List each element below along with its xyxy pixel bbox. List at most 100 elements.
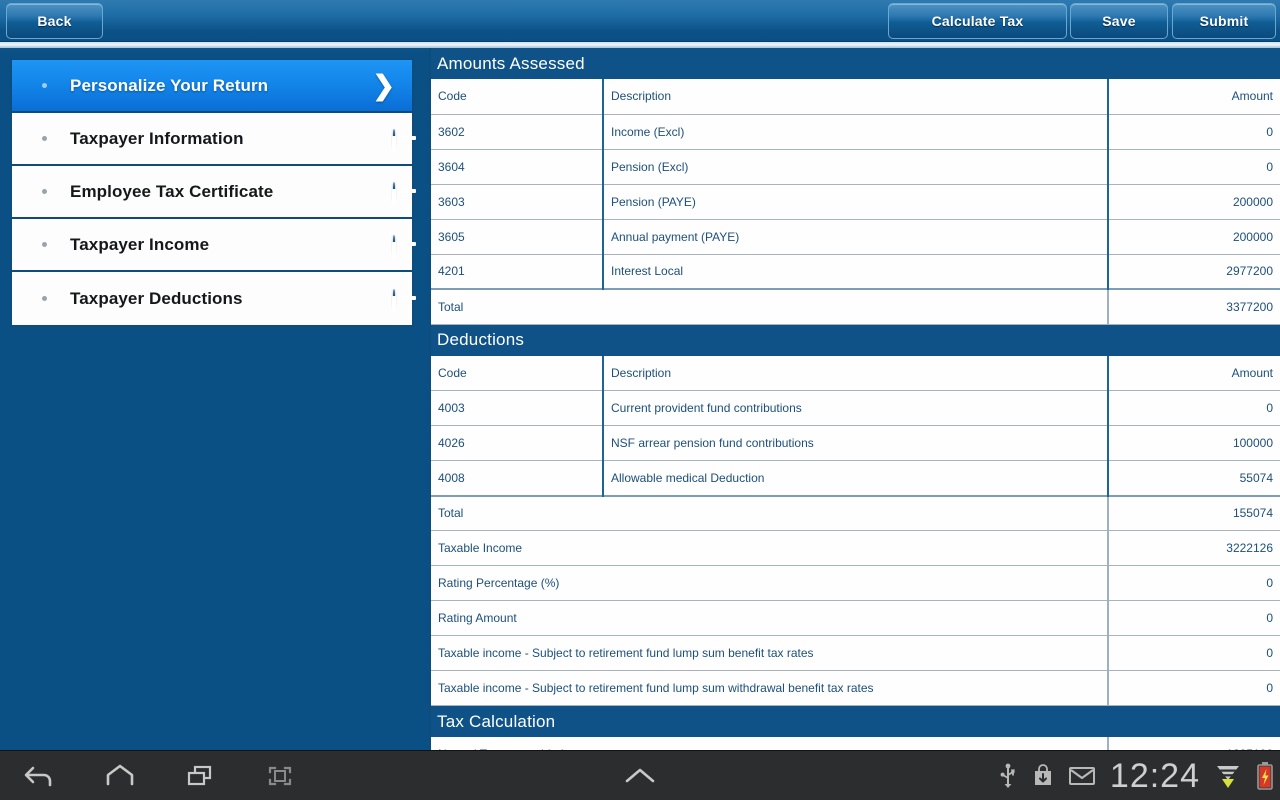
- tax-calculation-table: Normal Tax on taxable Income1225100Rebat…: [431, 737, 1280, 750]
- column-header-amount: Amount: [1108, 79, 1280, 115]
- column-header-description: Description: [603, 355, 1109, 391]
- cell-code: 4201: [431, 254, 604, 290]
- table-row: 4026 NSF arrear pension fund contribution…: [431, 425, 1280, 461]
- sidebar-item-taxpayer-income[interactable]: Taxpayer Income: [12, 219, 412, 272]
- bullet-icon: [42, 242, 47, 247]
- plus-circle-icon[interactable]: [393, 128, 395, 148]
- sidebar-nav-list: Personalize Your Return ❯ Taxpayer Informa…: [10, 58, 414, 327]
- cell-code: 4026: [431, 425, 604, 461]
- cell-label: Taxable income - Subject to retirement f…: [431, 635, 814, 671]
- sidebar-item-taxpayer-deductions[interactable]: Taxpayer Deductions: [12, 272, 412, 325]
- table-row-total: Total 3377200: [431, 288, 1280, 325]
- cell-amount: 3222126: [1107, 530, 1280, 566]
- tax-return-app: Back Calculate Tax Save Submit Personali…: [0, 0, 1280, 800]
- system-clock: 12:24: [1109, 756, 1200, 795]
- cell-amount: 100000: [1108, 425, 1280, 461]
- table-row: 4003 Current provident fund contributions…: [431, 390, 1280, 426]
- cell-label: Taxable income - Subject to retirement f…: [431, 670, 874, 706]
- cell-amount: 0: [1107, 600, 1280, 636]
- cell-code: 3602: [431, 114, 604, 150]
- save-button[interactable]: Save: [1070, 3, 1168, 39]
- cell-code: 4008: [431, 460, 604, 496]
- amounts-assessed-table: Code Description Amount 3602 Income (Excl…: [431, 79, 1280, 325]
- table-row: Rating Amount 0: [431, 600, 1280, 636]
- sidebar-item-label: Taxpayer Deductions: [70, 288, 243, 308]
- table-row: Taxable income - Subject to retirement f…: [431, 635, 1280, 671]
- plus-circle-icon[interactable]: [393, 234, 395, 254]
- cell-description: NSF arrear pension fund contributions: [603, 425, 1109, 461]
- table-row: 3605 Annual payment (PAYE) 200000: [431, 219, 1280, 255]
- cell-label: Normal Tax on taxable Income: [431, 737, 770, 750]
- table-header-row: Code Description Amount: [431, 355, 1280, 391]
- cell-label: Taxable Income: [431, 530, 603, 566]
- sidebar-item-label: Personalize Your Return: [70, 75, 269, 95]
- cell-label: Rating Amount: [431, 600, 603, 636]
- bullet-icon: [42, 189, 47, 194]
- cell-amount: 1225100: [1107, 737, 1280, 750]
- total-spacer: [603, 494, 1108, 531]
- submit-button[interactable]: Submit: [1172, 3, 1276, 39]
- column-header-amount: Amount: [1108, 355, 1280, 391]
- sidebar: Personalize Your Return ❯ Taxpayer Informa…: [0, 51, 425, 750]
- assessment-content: Amounts Assessed Code Description Amount…: [429, 48, 1280, 750]
- cell-amount: 200000: [1108, 184, 1280, 220]
- bullet-icon: [42, 296, 47, 301]
- table-row: 4201 Interest Local 2977200: [431, 254, 1280, 290]
- bullet-icon: [42, 83, 47, 88]
- gmail-icon[interactable]: [1068, 765, 1096, 787]
- sidebar-item-taxpayer-information[interactable]: Taxpayer Information: [12, 113, 412, 166]
- total-label: Total: [431, 494, 603, 531]
- cell-code: 3603: [431, 184, 604, 220]
- table-row: Taxable Income 3222126: [431, 530, 1280, 566]
- top-toolbar: Back Calculate Tax Save Submit: [0, 0, 1280, 42]
- table-row-total: Total 155074: [431, 494, 1280, 531]
- cell-amount: 0: [1107, 565, 1280, 601]
- sidebar-item-label: Taxpayer Information: [70, 128, 244, 148]
- cell-description: Current provident fund contributions: [603, 390, 1109, 426]
- calculate-tax-button[interactable]: Calculate Tax: [888, 3, 1067, 39]
- chevron-right-icon[interactable]: ❯: [372, 70, 395, 100]
- back-button[interactable]: Back: [6, 3, 103, 39]
- cell-amount: 0: [1108, 390, 1280, 426]
- screenshot-icon[interactable]: [240, 751, 320, 800]
- total-label: Total: [431, 288, 603, 325]
- cell-label: Rating Percentage (%): [431, 565, 603, 601]
- cell-spacer: [603, 565, 1108, 601]
- home-icon[interactable]: [80, 751, 160, 800]
- sidebar-item-employee-tax-certificate[interactable]: Employee Tax Certificate: [12, 166, 412, 219]
- cell-amount: 2977200: [1108, 254, 1280, 290]
- sidebar-item-label: Employee Tax Certificate: [70, 181, 274, 201]
- cell-description: Pension (Excl): [603, 149, 1109, 185]
- deductions-table: Code Description Amount 4003 Current prov…: [431, 355, 1280, 706]
- back-icon[interactable]: [0, 751, 80, 800]
- expand-up-icon[interactable]: [608, 751, 672, 800]
- plus-circle-icon[interactable]: [393, 288, 395, 308]
- table-row: 4008 Allowable medical Deduction 55074: [431, 460, 1280, 496]
- usb-icon[interactable]: [998, 763, 1018, 789]
- cell-code: 4003: [431, 390, 604, 426]
- cell-amount: 0: [1107, 635, 1280, 671]
- cell-spacer: [603, 530, 1108, 566]
- cell-amount: 0: [1107, 670, 1280, 706]
- cell-code: 3605: [431, 219, 604, 255]
- section-header-amounts-assessed: Amounts Assessed: [431, 48, 1280, 79]
- cell-spacer: [769, 737, 1108, 750]
- signal-icon[interactable]: [1214, 761, 1242, 791]
- table-row: 3604 Pension (Excl) 0: [431, 149, 1280, 185]
- column-header-description: Description: [603, 79, 1109, 115]
- download-icon[interactable]: [1032, 763, 1054, 789]
- plus-circle-icon[interactable]: [393, 181, 395, 201]
- recent-apps-icon[interactable]: [160, 751, 240, 800]
- android-system-bar: 12:24: [0, 750, 1280, 800]
- section-header-deductions: Deductions: [431, 324, 1280, 356]
- column-header-code: Code: [431, 79, 604, 115]
- cell-amount: 55074: [1108, 460, 1280, 496]
- cell-amount: 0: [1108, 114, 1280, 150]
- table-row: Rating Percentage (%) 0: [431, 565, 1280, 601]
- table-row: Taxable income - Subject to retirement f…: [431, 670, 1280, 706]
- sidebar-item-personalize-your-return[interactable]: Personalize Your Return ❯: [12, 60, 412, 113]
- cell-description: Pension (PAYE): [603, 184, 1109, 220]
- battery-charging-icon[interactable]: [1256, 761, 1274, 791]
- total-amount: 155074: [1107, 494, 1280, 531]
- cell-code: 3604: [431, 149, 604, 185]
